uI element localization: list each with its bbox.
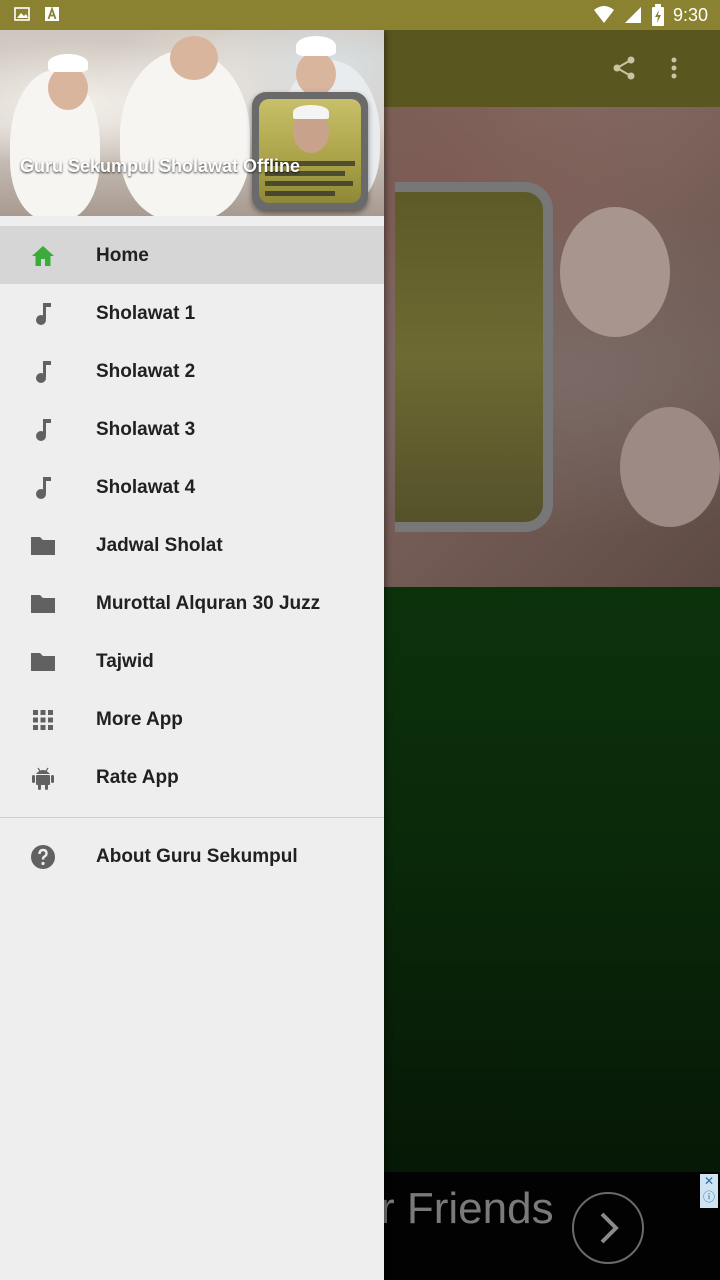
hero-album-card (395, 182, 553, 532)
file-icon (31, 595, 55, 613)
chevron-right-icon[interactable] (572, 1192, 644, 1264)
signal-icon (624, 7, 641, 23)
file-icon (31, 653, 55, 671)
menu-item-label: Sholawat 2 (96, 361, 196, 382)
logo-line (265, 181, 353, 186)
menu-item-label: Murottal Alquran 30 Juzz (96, 593, 321, 614)
drawer-header: Guru Sekumpul Sholawat Offline (0, 30, 384, 216)
menu-item-label: Tajwid (96, 651, 154, 672)
home-icon (32, 246, 54, 266)
menu-item-jadwal-sholat[interactable]: Jadwal Sholat (0, 516, 384, 574)
image-notification-icon (14, 7, 30, 21)
app-logo (252, 92, 368, 210)
menu-item-label: Home (96, 245, 149, 266)
menu-item-sholawat-4[interactable]: Sholawat 4 (0, 458, 384, 516)
menu-item-more-app[interactable]: More App (0, 690, 384, 748)
a-notification-icon (45, 6, 59, 21)
menu-item-murottal-alquran[interactable]: Murottal Alquran 30 Juzz (0, 574, 384, 632)
menu-item-label: Sholawat 3 (96, 419, 196, 440)
header-cap (296, 36, 336, 56)
app-logo-image (259, 99, 361, 203)
android-icon (32, 767, 54, 790)
menu-item-label: About Guru Sekumpul (96, 846, 298, 867)
menu-item-sholawat-1[interactable]: Sholawat 1 (0, 284, 384, 342)
ad-text: r Friends (380, 1184, 554, 1233)
logo-line (265, 191, 335, 196)
menu-item-label: More App (96, 709, 183, 730)
header-face (296, 52, 336, 96)
menu-item-tajwid[interactable]: Tajwid (0, 632, 384, 690)
hero-figure (620, 407, 720, 527)
wifi-icon (593, 6, 614, 23)
drawer-menu: Home Sholawat 1 Sholawat 2 Sholawat 3 Sh… (0, 226, 384, 885)
ad-close-icon[interactable]: ✕ ⓘ (700, 1174, 718, 1208)
menu-item-label: Sholawat 1 (96, 303, 196, 324)
menu-item-about[interactable]: About Guru Sekumpul (0, 827, 384, 885)
menu-item-home[interactable]: Home (0, 226, 384, 284)
music-note-icon (36, 361, 51, 383)
menu-item-sholawat-3[interactable]: Sholawat 3 (0, 400, 384, 458)
status-time: 9:30 (672, 4, 708, 25)
menu-item-label: Jadwal Sholat (96, 535, 223, 556)
help-icon (31, 845, 55, 869)
status-bar: 9:30 (0, 0, 720, 30)
header-face (48, 66, 88, 110)
file-icon (31, 537, 55, 555)
apps-grid-icon (33, 710, 53, 730)
battery-icon (651, 4, 664, 26)
menu-item-rate-app[interactable]: Rate App (0, 748, 384, 806)
menu-item-label: Rate App (96, 767, 179, 788)
music-note-icon (36, 477, 51, 499)
overflow-menu-icon[interactable] (660, 54, 688, 82)
notification-icons (14, 6, 60, 22)
drawer-header-title: Guru Sekumpul Sholawat Offline (20, 156, 301, 176)
header-cap (48, 54, 88, 72)
share-icon[interactable] (610, 54, 638, 82)
menu-item-sholawat-2[interactable]: Sholawat 2 (0, 342, 384, 400)
hero-figure (560, 207, 670, 337)
menu-item-label: Sholawat 4 (96, 477, 196, 498)
menu-divider (0, 817, 384, 818)
music-note-icon (36, 303, 51, 325)
logo-cap (293, 105, 329, 119)
navigation-drawer: Guru Sekumpul Sholawat Offline Home Shol… (0, 30, 384, 1280)
system-icons: 9:30 (593, 4, 708, 26)
music-note-icon (36, 419, 51, 441)
header-face (170, 36, 218, 80)
